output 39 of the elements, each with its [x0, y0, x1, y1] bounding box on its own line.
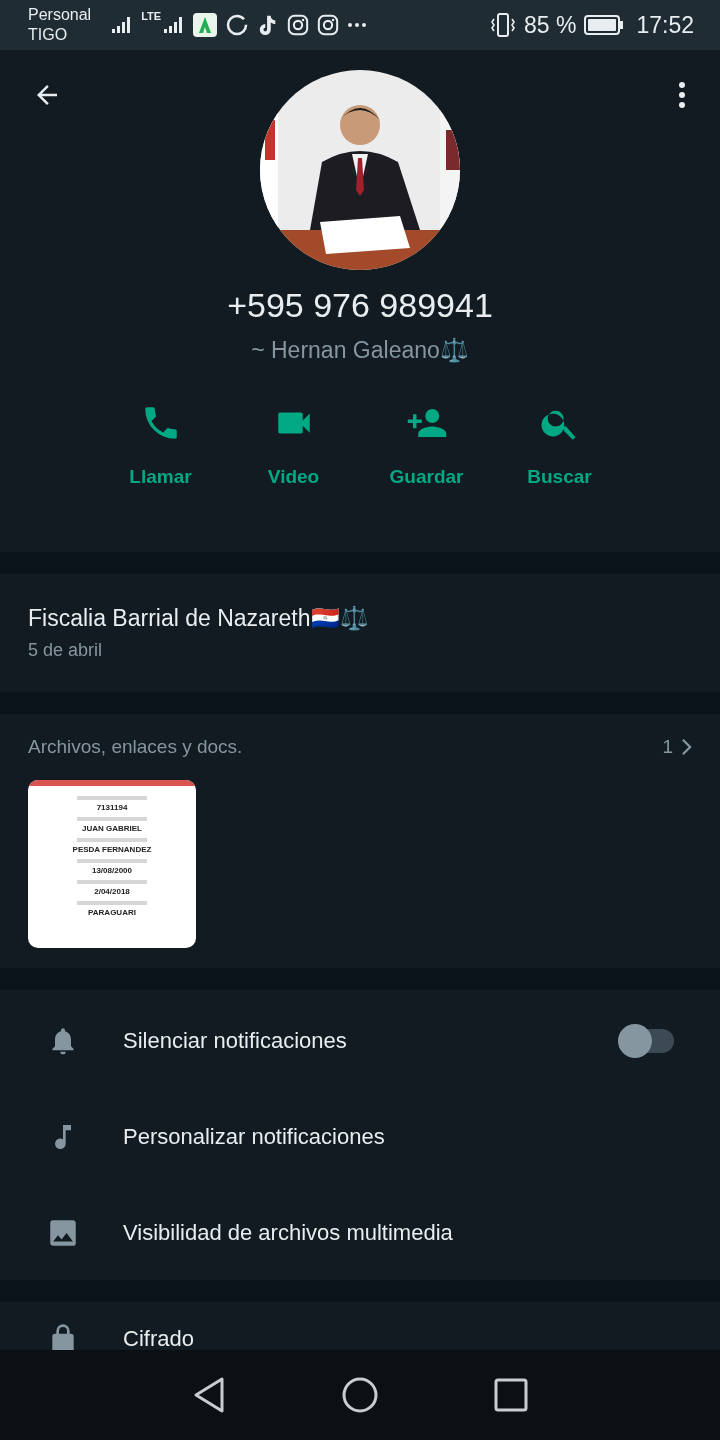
section-title: Archivos, enlaces y docs.	[28, 736, 243, 758]
document-text: PESDA FERNANDEZ	[72, 845, 152, 855]
carrier-name: TIGO	[28, 25, 69, 45]
settings-item[interactable]: Personalizar notificaciones	[0, 1089, 720, 1185]
settings-item[interactable]: Cifrado	[0, 1302, 720, 1350]
chevron-icon	[681, 738, 692, 756]
about-date: 5 de abril	[28, 640, 104, 661]
media-count-link[interactable]: 1	[662, 736, 692, 758]
menu-icon[interactable]	[678, 81, 686, 109]
camera-icon	[317, 14, 340, 36]
phone-number: +595 976 989941	[227, 286, 493, 325]
settings-item[interactable]: Visibilidad de archivos multimedia	[0, 1185, 720, 1281]
toggle-switch[interactable]	[618, 1024, 674, 1058]
back-icon[interactable]	[192, 1376, 226, 1414]
document-text: PARAGUARI	[88, 908, 136, 918]
settings-item[interactable]: Silenciar notificaciones	[0, 993, 720, 1089]
battery-icon	[584, 15, 625, 35]
document-text: 2/04/2018	[94, 887, 130, 897]
carrier-name: Personal	[28, 5, 92, 25]
more-icon	[347, 22, 368, 28]
document-text: JUAN GABRIEL	[82, 824, 142, 834]
camera-icon	[287, 14, 310, 36]
action-button[interactable]: Guardar	[360, 402, 493, 488]
home-icon[interactable]	[342, 1377, 378, 1413]
vibrate-icon	[490, 12, 516, 38]
network-type: LTE	[141, 10, 162, 22]
action-button[interactable]: Buscar	[493, 402, 626, 488]
battery-level: 85 %	[524, 11, 577, 39]
action-button[interactable]: Video	[227, 402, 360, 488]
document-text: 7131194	[96, 803, 128, 813]
about-text: Fiscalia Barrial de Nazareth🇵🇾⚖	[28, 605, 370, 632]
app-icon	[193, 13, 218, 37]
document-thumbnail[interactable]: 7131194 JUAN GABRIEL PESDA FERNANDEZ 13/08/2000 2/04/2018 PARAGUARI	[28, 780, 196, 948]
ring-icon	[225, 13, 250, 37]
contact-name: ~ Hernan Galeano⚖	[251, 337, 469, 364]
clock: 17:52	[636, 11, 694, 39]
recents-icon[interactable]	[494, 1378, 528, 1412]
action-button[interactable]: Llamar	[94, 402, 227, 488]
document-text: 13/08/2000	[91, 866, 132, 876]
